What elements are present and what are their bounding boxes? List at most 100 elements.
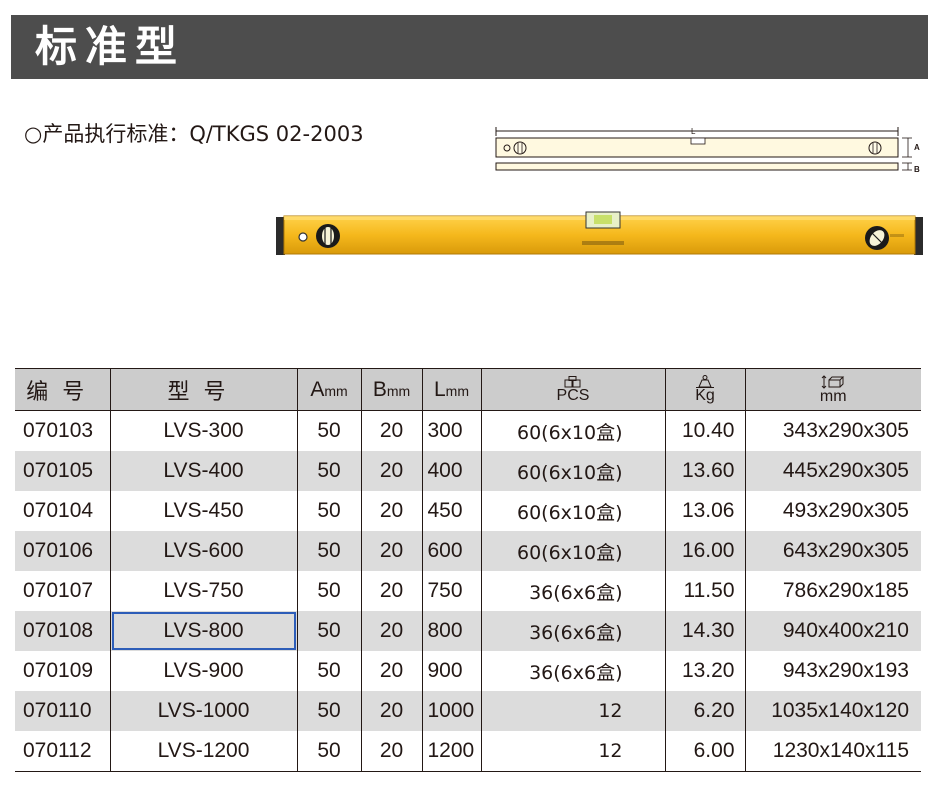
cell-b-text: 20 <box>379 539 404 562</box>
cell-b[interactable]: 20 <box>360 731 422 772</box>
cell-a[interactable]: 50 <box>296 571 361 611</box>
cell-l[interactable]: 750 <box>421 571 481 611</box>
cell-code[interactable]: 070107 <box>15 571 110 611</box>
cell-model[interactable]: LVS-600 <box>109 531 297 571</box>
cell-b[interactable]: 20 <box>360 571 422 611</box>
table-row[interactable]: 070105 LVS-400 50 20 400 60(6x10盒) 13.60 445x29… <box>15 451 921 491</box>
cell-l[interactable]: 600 <box>421 531 481 571</box>
cell-carton-size[interactable]: 940x400x210 <box>744 611 921 651</box>
cell-kg[interactable]: 13.20 <box>664 651 745 691</box>
spec-table: 编号 型号 Amm Bmm Lmm PCS Kg mm 070103 LVS-3… <box>15 368 921 772</box>
cell-code[interactable]: 070109 <box>15 651 110 691</box>
cell-a[interactable]: 50 <box>296 451 361 491</box>
cell-kg[interactable]: 6.00 <box>664 731 745 772</box>
cell-pcs[interactable]: 60(6x10盒) <box>480 531 665 571</box>
spirit-level-image <box>276 211 923 255</box>
cell-pcs[interactable]: 60(6x10盒) <box>480 410 665 451</box>
cell-pcs[interactable]: 36(6x6盒) <box>480 611 665 651</box>
table-row[interactable]: 070106 LVS-600 50 20 600 60(6x10盒) 16.00 643x29… <box>15 531 921 571</box>
cell-code[interactable]: 070112 <box>15 731 110 772</box>
cell-pcs[interactable]: 36(6x6盒) <box>480 571 665 611</box>
dimension-a-label: A <box>914 143 920 152</box>
table-row[interactable]: 070107 LVS-750 50 20 750 36(6x6盒) 11.50 786x290… <box>15 571 921 611</box>
cell-a[interactable]: 50 <box>296 691 361 731</box>
level-diagram: L A B <box>495 127 920 174</box>
cell-kg[interactable]: 13.60 <box>664 451 745 491</box>
cell-kg[interactable]: 14.30 <box>664 611 745 651</box>
cell-kg[interactable]: 10.40 <box>664 410 745 451</box>
table-row[interactable]: 070103 LVS-300 50 20 300 60(6x10盒) 10.40 343x29… <box>15 410 921 452</box>
cell-a[interactable]: 50 <box>296 611 361 651</box>
cell-carton-size[interactable]: 643x290x305 <box>744 531 921 571</box>
table-row[interactable]: 070104 LVS-450 50 20 450 60(6x10盒) 13.06 493x29… <box>15 491 921 531</box>
cell-b[interactable]: 20 <box>360 491 422 531</box>
cell-carton-size[interactable]: 1035x140x120 <box>744 691 921 731</box>
table-row[interactable]: 070108 LVS-800 50 20 800 36(6x6盒) 14.30 940x400… <box>15 611 921 651</box>
cell-carton-size[interactable]: 445x290x305 <box>744 451 921 491</box>
cell-carton-size[interactable]: 786x290x185 <box>744 571 921 611</box>
cell-kg[interactable]: 16.00 <box>664 531 745 571</box>
cell-model[interactable]: LVS-750 <box>109 571 297 611</box>
header-code: 编号 <box>15 368 110 411</box>
cell-pcs[interactable]: 60(6x10盒) <box>480 451 665 491</box>
cell-pcs[interactable]: 12 <box>480 731 665 772</box>
cell-kg[interactable]: 11.50 <box>664 571 745 611</box>
cell-b[interactable]: 20 <box>360 451 422 491</box>
table-row[interactable]: 070112 LVS-1200 50 20 1200 12 6.00 1230x140x115 <box>15 731 921 772</box>
cell-l[interactable]: 300 <box>421 410 481 451</box>
cell-a[interactable]: 50 <box>296 410 361 451</box>
cell-model[interactable]: LVS-1000 <box>109 691 297 731</box>
cell-model[interactable]: LVS-800 <box>109 611 297 651</box>
cell-l[interactable]: 800 <box>421 611 481 651</box>
cell-a[interactable]: 50 <box>296 491 361 531</box>
header-model: 型号 <box>109 368 297 411</box>
cell-selection-outline <box>111 612 296 650</box>
cell-carton-size-text: 1230x140x115 <box>772 739 909 762</box>
cell-l-text: 450 <box>427 499 463 522</box>
cell-pcs-text: 12 <box>598 740 623 762</box>
cell-code[interactable]: 070105 <box>15 451 110 491</box>
cell-model[interactable]: LVS-900 <box>109 651 297 691</box>
cell-pcs[interactable]: 36(6x6盒) <box>480 651 665 691</box>
cell-model[interactable]: LVS-300 <box>109 410 297 451</box>
cell-a[interactable]: 50 <box>296 651 361 691</box>
cell-a[interactable]: 50 <box>296 731 361 772</box>
table-row[interactable]: 070109 LVS-900 50 20 900 36(6x6盒) 13.20 943x290… <box>15 651 921 691</box>
cell-l[interactable]: 450 <box>421 491 481 531</box>
cell-carton-size[interactable]: 1230x140x115 <box>744 731 921 772</box>
cell-l[interactable]: 1000 <box>421 691 481 731</box>
cell-b[interactable]: 20 <box>360 611 422 651</box>
cell-code[interactable]: 070103 <box>15 411 110 452</box>
cell-pcs[interactable]: 60(6x10盒) <box>480 491 665 531</box>
cell-pcs-text: 36(6x6盒) <box>529 661 623 684</box>
cell-b[interactable]: 20 <box>360 531 422 571</box>
cell-l[interactable]: 900 <box>421 651 481 691</box>
cell-b[interactable]: 20 <box>360 691 422 731</box>
cell-b-text: 20 <box>379 499 404 522</box>
cell-a[interactable]: 50 <box>296 531 361 571</box>
cell-b[interactable]: 20 <box>360 651 422 691</box>
cell-carton-size[interactable]: 493x290x305 <box>744 491 921 531</box>
cell-pcs[interactable]: 12 <box>480 691 665 731</box>
header-pcs: PCS <box>480 368 665 411</box>
cell-b[interactable]: 20 <box>360 410 422 451</box>
cell-kg-text: 16.00 <box>681 539 735 562</box>
cell-code[interactable]: 070106 <box>15 531 110 571</box>
cell-kg[interactable]: 13.06 <box>664 491 745 531</box>
cell-b-text: 20 <box>379 699 404 722</box>
cell-kg-text: 13.60 <box>681 459 735 482</box>
box-dimension-icon <box>821 374 845 389</box>
cell-model[interactable]: LVS-400 <box>109 451 297 491</box>
cell-carton-size[interactable]: 943x290x193 <box>744 651 921 691</box>
cell-model[interactable]: LVS-1200 <box>109 731 297 772</box>
cell-model[interactable]: LVS-450 <box>109 491 297 531</box>
cell-kg[interactable]: 6.20 <box>664 691 745 731</box>
cell-l[interactable]: 1200 <box>421 731 481 772</box>
cell-carton-size[interactable]: 343x290x305 <box>744 410 921 451</box>
cell-code[interactable]: 070104 <box>15 491 110 531</box>
standard-label: 产品执行标准： <box>42 122 190 146</box>
cell-l[interactable]: 400 <box>421 451 481 491</box>
cell-code[interactable]: 070108 <box>15 611 110 651</box>
table-row[interactable]: 070110 LVS-1000 50 20 1000 12 6.20 1035x140x120 <box>15 691 921 731</box>
cell-code[interactable]: 070110 <box>15 691 110 731</box>
